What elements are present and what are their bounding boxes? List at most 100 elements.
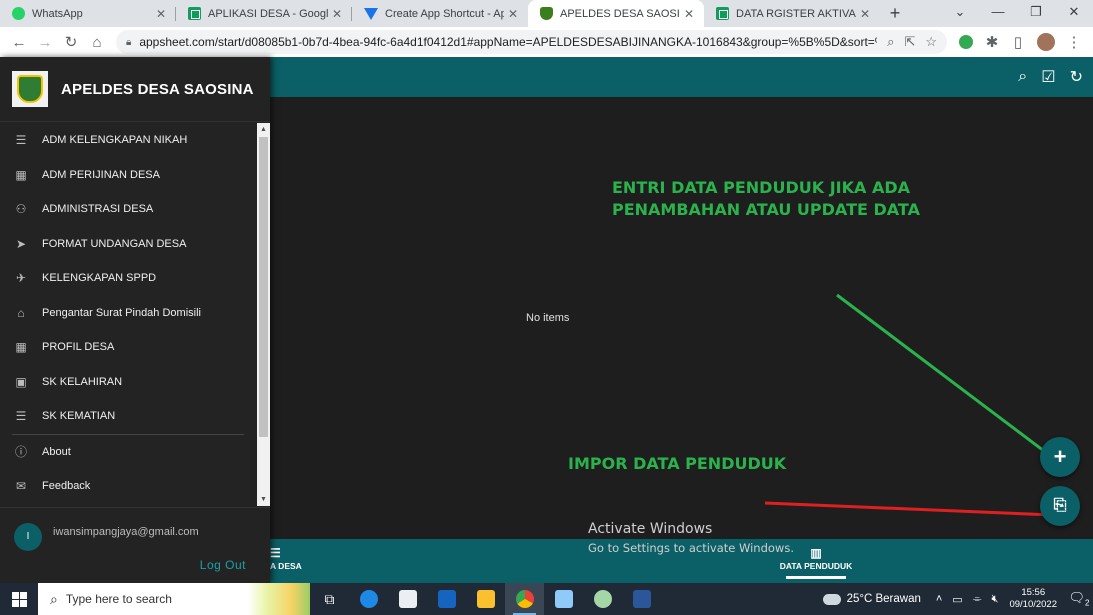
- file-explorer-icon[interactable]: [466, 583, 505, 615]
- menu-item-about[interactable]: ⓘ About: [0, 435, 256, 470]
- clock[interactable]: 15:56 09/10/2022: [1009, 587, 1057, 611]
- appsheet-app: ⌕ ☑ ↻ No items ENTRI DATA PENDUDUK JIKA …: [0, 57, 1093, 583]
- app-title: APELDES DESA SAOSINA: [61, 80, 254, 98]
- scroll-up-arrow-icon[interactable]: ▲: [257, 123, 270, 136]
- menu-item-label: ADMINISTRASI DESA: [42, 203, 154, 216]
- profile-avatar[interactable]: [1037, 33, 1055, 51]
- menu-item-kelengkapan-sppd[interactable]: ✈ KELENGKAPAN SPPD: [0, 261, 256, 296]
- battery-icon[interactable]: ▭: [952, 593, 962, 606]
- mail-icon[interactable]: [427, 583, 466, 615]
- plus-icon: +: [1053, 444, 1067, 469]
- watermark-subtitle: Go to Settings to activate Windows.: [588, 541, 794, 555]
- close-icon[interactable]: ✕: [156, 7, 166, 21]
- taskbar-search[interactable]: ⌕ Type here to search: [38, 583, 310, 615]
- menu-item-label: FORMAT UNDANGAN DESA: [42, 237, 187, 250]
- minimize-icon[interactable]: —: [979, 0, 1017, 27]
- notification-count: 2: [1085, 598, 1090, 608]
- cloud-icon: [822, 593, 841, 605]
- browser-tab-apeldes[interactable]: APELDES DESA SAOSINA ✕: [528, 0, 704, 27]
- shield-icon: [540, 7, 553, 20]
- menu-item-adm-perijinan-desa[interactable]: ▦ ADM PERIJINAN DESA: [0, 158, 256, 193]
- add-entry-button[interactable]: +: [1040, 437, 1080, 477]
- nav-item-desa[interactable]: ☰ A DESA: [270, 545, 310, 571]
- notepad-icon[interactable]: [544, 583, 583, 615]
- volume-muted-icon[interactable]: 🔇︎: [992, 593, 999, 606]
- home-icon[interactable]: ⌂: [84, 34, 110, 51]
- notification-icon[interactable]: 🗨︎2: [1065, 590, 1093, 608]
- watermark-title: Activate Windows: [588, 521, 713, 537]
- close-window-icon[interactable]: ✕: [1055, 0, 1093, 27]
- menu-item-sk-kematian[interactable]: ☰ SK KEMATIAN: [0, 399, 256, 434]
- list-icon: ☰: [15, 133, 27, 148]
- drawer-scrollbar[interactable]: ▲ ▼: [257, 123, 270, 506]
- network-icon[interactable]: ⌯: [973, 593, 982, 606]
- people-icon: ⚇: [15, 202, 27, 217]
- main-content: No items ENTRI DATA PENDUDUK JIKA ADA PE…: [270, 97, 1093, 539]
- send-icon: ➤: [15, 236, 27, 251]
- word-icon[interactable]: [622, 583, 661, 615]
- browser-tab-aplikasi-desa[interactable]: APLIKASI DESA - Google Spr ✕: [176, 0, 352, 27]
- annotation-entry-text: ENTRI DATA PENDUDUK JIKA ADA PENAMBAHAN …: [612, 178, 920, 219]
- menu-item-label: Feedback: [42, 480, 91, 493]
- back-icon[interactable]: ←: [6, 34, 32, 51]
- browser-tab-create-shortcut[interactable]: Create App Shortcut - AppSh ✕: [352, 0, 528, 27]
- calendar-icon: ▦: [15, 340, 27, 355]
- side-panel-icon[interactable]: ▯: [1005, 33, 1031, 51]
- menu-item-feedback[interactable]: ✉ Feedback: [0, 469, 256, 504]
- sync-icon[interactable]: ↻: [1070, 67, 1083, 87]
- windows-logo-icon: [11, 591, 27, 607]
- browser-tab-whatsapp[interactable]: WhatsApp ✕: [0, 0, 176, 27]
- tab-search-icon[interactable]: ⌄: [941, 0, 979, 27]
- menu-kebab-icon[interactable]: ⋮: [1061, 33, 1087, 51]
- search-highlight-image: [248, 583, 310, 615]
- list-icon: ☰: [270, 546, 281, 560]
- nav-label: A DESA: [270, 561, 302, 571]
- address-bar[interactable]: 🔒︎ appsheet.com/start/d08085b1-0b7d-4bea…: [116, 30, 947, 54]
- close-icon[interactable]: ✕: [860, 7, 870, 21]
- forward-icon[interactable]: →: [32, 34, 58, 51]
- zoom-icon[interactable]: ⌕: [887, 34, 894, 50]
- app-bar-actions: ⌕ ☑ ↻: [1018, 57, 1083, 97]
- scroll-down-arrow-icon[interactable]: ▼: [257, 493, 270, 506]
- user-email: iwansimpangjaya@gmail.com: [53, 526, 199, 538]
- user-avatar: I: [14, 523, 42, 551]
- menu-item-administrasi-desa[interactable]: ⚇ ADMINISTRASI DESA: [0, 192, 256, 227]
- menu-item-pengantar-surat-pindah[interactable]: ⌂ Pengantar Surat Pindah Domisili: [0, 296, 256, 331]
- lock-icon[interactable]: 🔒︎: [126, 37, 131, 48]
- close-icon[interactable]: ✕: [508, 7, 518, 21]
- browser-tab-data-register[interactable]: DATA RGISTER AKTIVASI APL ✕: [704, 0, 880, 27]
- logout-button[interactable]: Log Out: [200, 558, 246, 572]
- scrollbar-thumb[interactable]: [259, 137, 268, 437]
- import-button[interactable]: ⎘: [1040, 486, 1080, 526]
- bookmark-star-icon[interactable]: ☆: [925, 34, 937, 50]
- nav-label: DATA PENDUDUK: [779, 561, 853, 571]
- puzzle-icon[interactable]: ✱: [979, 33, 1005, 51]
- reload-icon[interactable]: ↻: [58, 33, 84, 51]
- close-icon[interactable]: ✕: [332, 7, 342, 21]
- weather-text[interactable]: 25°C Berawan: [847, 593, 921, 605]
- menu-item-format-undangan-desa[interactable]: ➤ FORMAT UNDANGAN DESA: [0, 227, 256, 262]
- share-icon[interactable]: ⇱: [904, 34, 915, 50]
- window-controls: ⌄ — ❐ ✕: [941, 0, 1093, 27]
- menu-item-adm-kelengkapan-nikah[interactable]: ☰ ADM KELENGKAPAN NIKAH: [0, 123, 256, 158]
- menu-item-label: ADM KELENGKAPAN NIKAH: [42, 134, 188, 147]
- new-tab-button[interactable]: +: [880, 0, 910, 27]
- chrome-icon[interactable]: [505, 583, 544, 615]
- start-button[interactable]: [0, 583, 38, 615]
- extension-icon[interactable]: [959, 35, 973, 49]
- search-icon[interactable]: ⌕: [1018, 68, 1027, 86]
- chevron-up-icon[interactable]: ˄: [936, 593, 942, 605]
- store-icon[interactable]: [388, 583, 427, 615]
- app-icon[interactable]: [583, 583, 622, 615]
- menu-item-sk-kelahiran[interactable]: ▣ SK KELAHIRAN: [0, 365, 256, 400]
- tab-title: APLIKASI DESA - Google Spr: [208, 7, 328, 20]
- task-view-icon[interactable]: ⧉: [310, 583, 349, 615]
- empty-state-text: No items: [526, 312, 570, 324]
- edge-icon[interactable]: [349, 583, 388, 615]
- select-checkbox-icon[interactable]: ☑: [1041, 67, 1055, 87]
- menu-item-profil-desa[interactable]: ▦ PROFIL DESA: [0, 330, 256, 365]
- app-logo: [12, 71, 48, 107]
- sheets-icon: [716, 7, 729, 20]
- close-icon[interactable]: ✕: [684, 7, 694, 21]
- restore-icon[interactable]: ❐: [1017, 0, 1055, 27]
